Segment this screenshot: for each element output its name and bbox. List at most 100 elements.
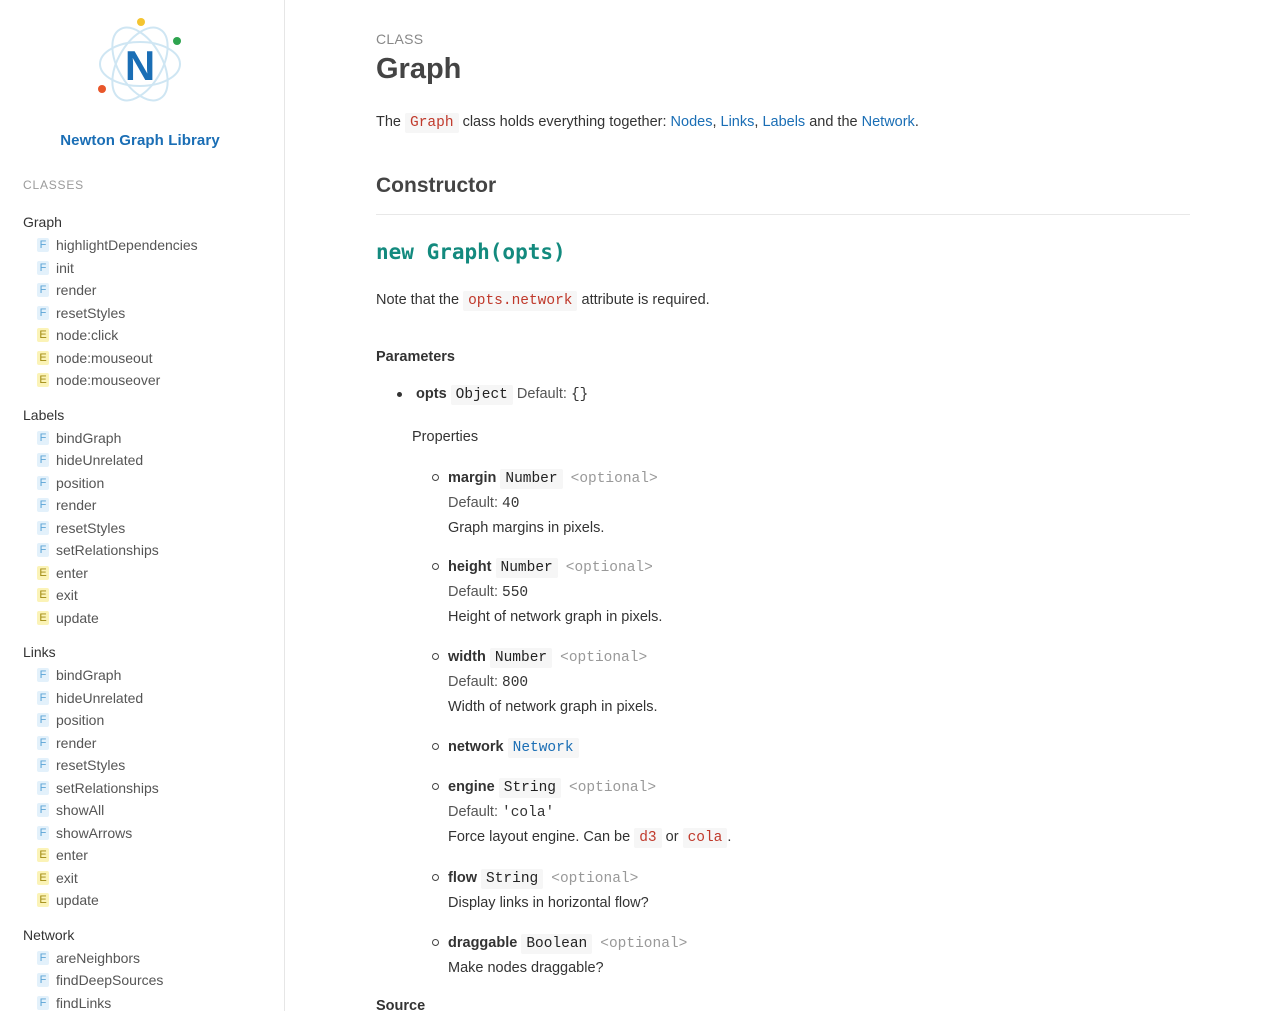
nav-group-title[interactable]: Network (23, 925, 273, 945)
nav-item[interactable]: Finit (23, 257, 273, 280)
nav-item[interactable]: FsetRelationships (23, 777, 273, 800)
nav-item[interactable]: Eenter (23, 562, 273, 585)
nav-item-label: hideUnrelated (56, 452, 144, 468)
nav-item-label: update (56, 892, 99, 908)
nav-item-label: findDeepSources (56, 972, 164, 988)
function-badge-icon: F (37, 668, 49, 683)
nav-item[interactable]: Enode:mouseout (23, 347, 273, 370)
nav-group-graph: Graph FhighlightDependencies Finit Frender F… (23, 212, 273, 392)
library-name[interactable]: Newton Graph Library (0, 132, 280, 149)
prop-height: height Number <optional> Default: 550 He… (432, 555, 662, 630)
event-badge-icon: E (37, 893, 49, 908)
prop-description: Force layout engine. Can be d3 or cola. (448, 828, 732, 848)
nav-item[interactable]: Fposition (23, 709, 273, 732)
optional-tag: <optional> (570, 471, 658, 487)
nav-item[interactable]: FshowAll (23, 799, 273, 822)
network-link[interactable]: Network (862, 114, 915, 130)
optional-tag: <optional> (560, 650, 648, 666)
prop-width: width Number <optional> Default: 800 Wid… (432, 645, 658, 720)
function-badge-icon: F (37, 825, 49, 840)
prop-description: Width of network graph in pixels. (448, 699, 658, 715)
nav-item[interactable]: FshowArrows (23, 822, 273, 845)
nodes-link[interactable]: Nodes (671, 114, 713, 130)
nav-item-label: bindGraph (56, 667, 122, 683)
nav-item[interactable]: FhideUnrelated (23, 449, 273, 472)
constructor-signature[interactable]: new Graph(opts) (376, 240, 566, 264)
function-badge-icon: F (37, 305, 49, 320)
event-badge-icon: E (37, 350, 49, 365)
nav-item-label: resetStyles (56, 757, 126, 773)
nav-item-label: init (56, 259, 74, 276)
event-badge-icon: E (37, 848, 49, 863)
nav-item[interactable]: FresetStyles (23, 302, 273, 325)
nav-group-title[interactable]: Labels (23, 405, 273, 425)
prop-description: Make nodes draggable? (448, 960, 604, 976)
divider (376, 214, 1190, 215)
nav-item[interactable]: Eexit (23, 584, 273, 607)
class-description: The Graph class holds everything togethe… (376, 113, 919, 133)
nav-group-title[interactable]: Links (23, 642, 273, 662)
links-link[interactable]: Links (721, 114, 755, 130)
properties-heading: Properties (412, 429, 479, 445)
function-badge-icon: F (37, 238, 49, 253)
optional-tag: <optional> (600, 936, 688, 952)
nav-item-label: enter (56, 847, 88, 863)
nav-item[interactable]: Frender (23, 732, 273, 755)
nav-group-network: Network FareNeighbors FfindDeepSources Ffin… (23, 925, 273, 1012)
nav-item-label: render (56, 282, 97, 298)
nav-item[interactable]: FhighlightDependencies (23, 234, 273, 257)
function-badge-icon: F (37, 713, 49, 728)
nav-item-label: render (56, 497, 97, 513)
prop-network: network Network (432, 735, 579, 760)
function-badge-icon: F (37, 803, 49, 818)
nav-item[interactable]: FhideUnrelated (23, 687, 273, 710)
nav-item[interactable]: Eenter (23, 844, 273, 867)
nav-item[interactable]: FsetRelationships (23, 539, 273, 562)
function-badge-icon: F (37, 283, 49, 298)
nav-item[interactable]: Frender (23, 494, 273, 517)
nav-item[interactable]: Frender (23, 279, 273, 302)
function-badge-icon: F (37, 430, 49, 445)
nav-item-label: highlightDependencies (56, 237, 198, 253)
nav-item-label: bindGraph (56, 429, 122, 446)
nav-item[interactable]: FareNeighbors (23, 947, 273, 970)
nav-item[interactable]: FresetStyles (23, 754, 273, 777)
nav-item-label: update (56, 609, 99, 626)
nav-item[interactable]: Enode:click (23, 324, 273, 347)
nav-item[interactable]: Eupdate (23, 607, 273, 630)
nav-item[interactable]: FfindLinks (23, 992, 273, 1012)
page-title: Graph (376, 53, 462, 85)
nav-item[interactable]: FresetStyles (23, 517, 273, 540)
nav-item-label: render (56, 734, 97, 751)
event-badge-icon: E (37, 565, 49, 580)
event-badge-icon: E (37, 610, 49, 625)
nav-group-title[interactable]: Graph (23, 212, 273, 232)
param-opts: opts Object Default: {} (397, 385, 589, 405)
constructor-note: Note that the opts.network attribute is … (376, 291, 710, 311)
nav-item[interactable]: Eexit (23, 867, 273, 890)
nav-item[interactable]: FfindDeepSources (23, 969, 273, 992)
prop-type: Boolean (521, 934, 593, 954)
nav-item[interactable]: Enode:mouseover (23, 369, 273, 392)
function-badge-icon: F (37, 453, 49, 468)
newton-logo-icon[interactable]: N (92, 14, 188, 114)
default-value: {} (570, 387, 589, 403)
nav-item-label: setRelationships (56, 542, 159, 558)
labels-link[interactable]: Labels (762, 114, 805, 130)
sidebar: N Newton Graph Library CLASSES Graph Fhig… (0, 0, 285, 1011)
param-name: opts (416, 386, 447, 402)
network-type-link[interactable]: Network (507, 738, 579, 758)
function-badge-icon: F (37, 973, 49, 988)
prop-type: Number (495, 558, 558, 578)
opts-network-code: opts.network (463, 291, 578, 311)
nav-item[interactable]: Eupdate (23, 889, 273, 912)
function-badge-icon: F (37, 950, 49, 965)
nav-item[interactable]: FbindGraph (23, 427, 273, 450)
prop-margin: margin Number <optional> Default: 40 Gra… (432, 466, 658, 541)
nav-item[interactable]: FbindGraph (23, 664, 273, 687)
logo-letter: N (125, 42, 155, 89)
event-badge-icon: E (37, 588, 49, 603)
nav-group-links: Links FbindGraph FhideUnrelated Fposition Fr… (23, 642, 273, 912)
source-heading: Source (376, 998, 426, 1014)
nav-item[interactable]: Fposition (23, 472, 273, 495)
